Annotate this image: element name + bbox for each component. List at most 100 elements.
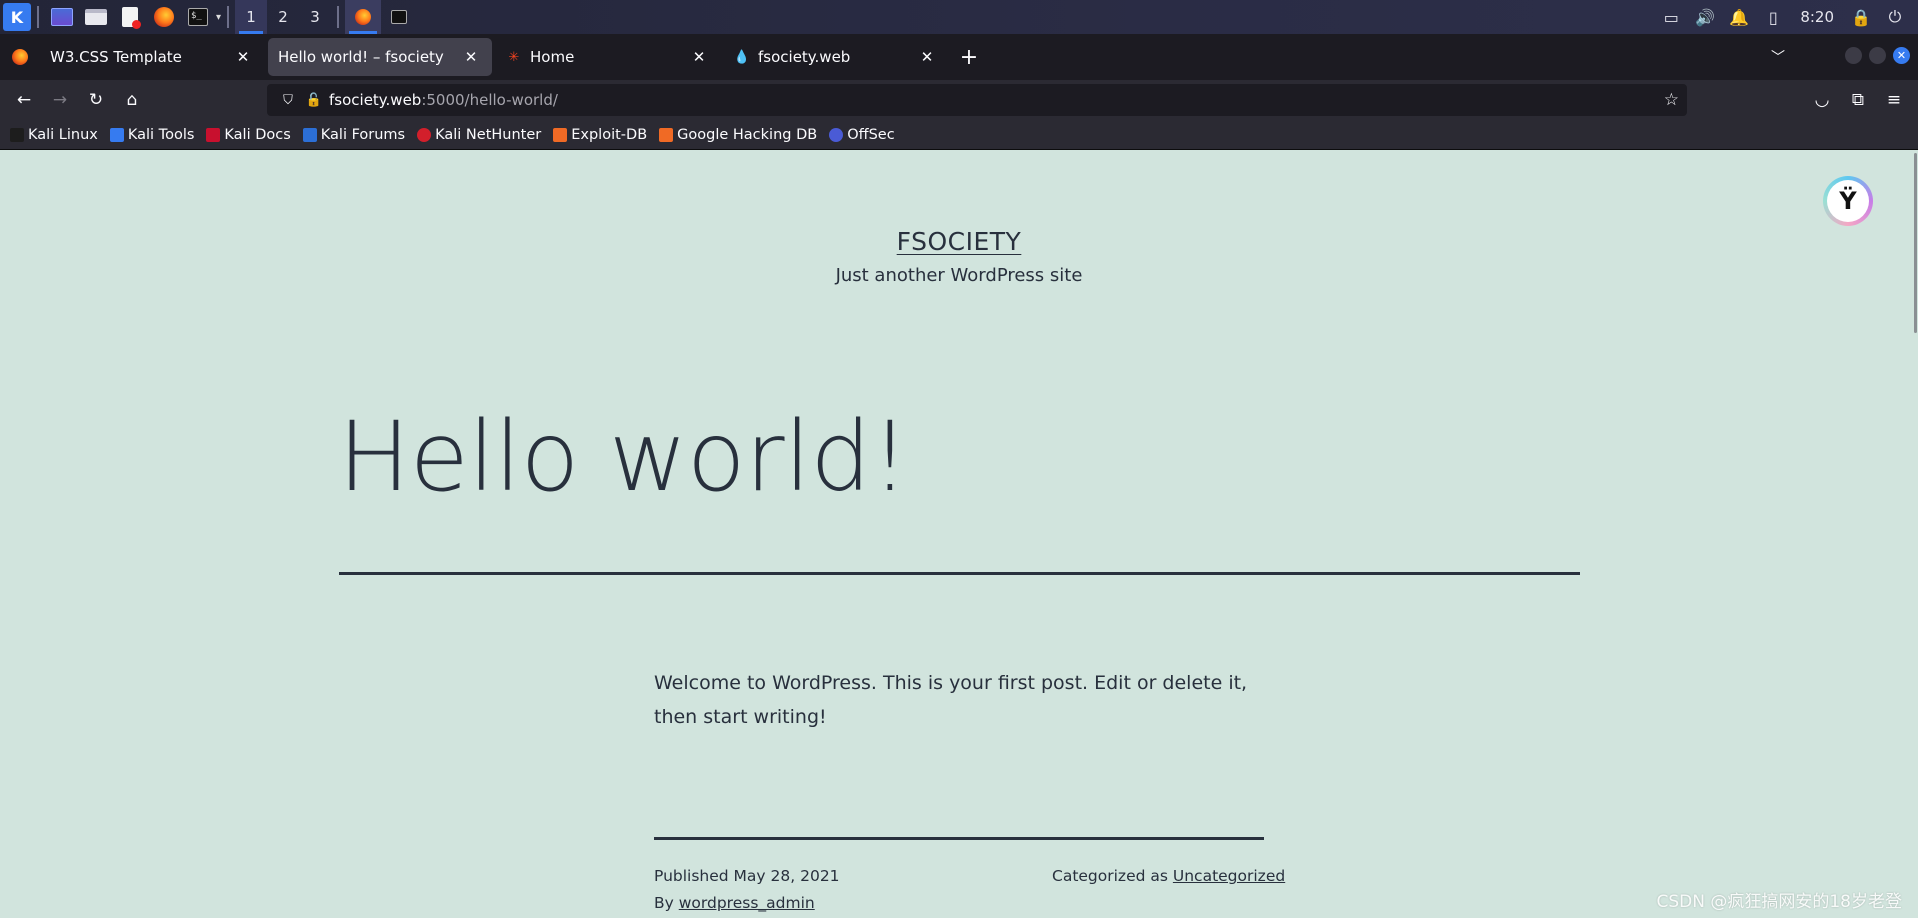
- author-link[interactable]: wordpress_admin: [679, 894, 815, 912]
- clock[interactable]: 8:20: [1790, 8, 1844, 26]
- tab-fsociety-web[interactable]: 💧 fsociety.web ✕: [724, 38, 948, 76]
- power-icon[interactable]: ⏻: [1878, 0, 1912, 34]
- notifications-bell-icon[interactable]: 🔔: [1722, 0, 1756, 34]
- site-description: Just another WordPress site: [835, 265, 1083, 286]
- exploit-db-icon: [553, 127, 568, 142]
- volume-icon[interactable]: 🔊: [1688, 0, 1722, 34]
- launcher-chevron-down-icon[interactable]: ▾: [216, 12, 221, 23]
- file-manager-icon[interactable]: [83, 4, 109, 30]
- tab-w3css-template[interactable]: W3.CSS Template ✕: [40, 38, 264, 76]
- post-body: Welcome to WordPress. This is your first…: [654, 672, 1248, 728]
- desktop-taskbar: K $_ ▾ 1 2 3 ▭ 🔊 🔔 ▯ 8:20 🔒 ⏻: [0, 0, 1918, 34]
- extension-floating-icon[interactable]: Ÿ: [1823, 176, 1873, 226]
- tab-title: W3.CSS Template: [50, 48, 182, 66]
- tab-close-icon[interactable]: ✕: [460, 46, 482, 68]
- lock-screen-icon[interactable]: 🔒: [1844, 0, 1878, 34]
- tab-title: fsociety.web: [758, 48, 851, 66]
- bookmark-label: Kali Forums: [320, 126, 406, 143]
- bookmark-label: OffSec: [847, 126, 895, 143]
- bookmark-google-hacking-db[interactable]: Google Hacking DB: [659, 127, 817, 143]
- kali-menu-icon[interactable]: K: [3, 3, 31, 31]
- reload-button[interactable]: ↻: [78, 84, 114, 116]
- taskbar-separator: [227, 6, 230, 28]
- bookmark-star-icon[interactable]: ☆: [1664, 90, 1679, 110]
- insecure-lock-icon[interactable]: 🔓: [303, 89, 325, 111]
- url-host: fsociety.web: [329, 91, 422, 109]
- bookmark-kali-forums[interactable]: Kali Forums: [302, 126, 406, 143]
- shield-icon[interactable]: ⛉: [277, 89, 299, 111]
- firefox-window-button[interactable]: [345, 0, 382, 34]
- categorized-prefix: Categorized as: [1052, 867, 1173, 885]
- list-all-tabs-chevron-down-icon[interactable]: ﹀: [1762, 40, 1794, 74]
- navigation-toolbar: ← → ↻ ⌂ ⛉ 🔓 fsociety.web:5000/hello-worl…: [0, 80, 1918, 120]
- post-category: Categorized as Uncategorized: [1052, 867, 1285, 885]
- site-title-link[interactable]: FSOCIETY: [897, 227, 1022, 256]
- post-title: Hello world!: [338, 401, 909, 513]
- tab-home[interactable]: ✳ Home ✕: [496, 38, 720, 76]
- tab-title: Hello world! – fsociety: [278, 48, 444, 66]
- url-bar[interactable]: ⛉ 🔓 fsociety.web:5000/hello-world/ ☆: [267, 84, 1687, 116]
- minimize-window-button[interactable]: [1845, 47, 1862, 64]
- back-button[interactable]: ←: [6, 84, 42, 116]
- url-path: :5000/hello-world/: [421, 91, 558, 109]
- category-link[interactable]: Uncategorized: [1173, 867, 1285, 885]
- bookmark-label: Exploit-DB: [571, 126, 648, 143]
- bookmark-kali-tools[interactable]: Kali Tools: [109, 126, 195, 143]
- meta-divider: [654, 837, 1264, 840]
- tab-close-icon[interactable]: ✕: [688, 46, 710, 68]
- browser-tab-strip: W3.CSS Template ✕ Hello world! – fsociet…: [0, 34, 1918, 80]
- bookmarks-toolbar: Kali Linux Kali Tools Kali Docs Kali For…: [0, 120, 1918, 150]
- bookmark-exploit-db[interactable]: Exploit-DB: [553, 127, 647, 143]
- kali-tools-icon: [109, 127, 124, 142]
- pocket-icon[interactable]: ◡: [1804, 84, 1840, 116]
- bookmark-kali-linux[interactable]: Kali Linux: [10, 127, 98, 143]
- workspace-1[interactable]: 1: [235, 0, 268, 34]
- bookmark-kali-docs[interactable]: Kali Docs: [206, 126, 291, 143]
- tab-title: Home: [530, 48, 575, 66]
- tab-close-icon[interactable]: ✕: [916, 46, 938, 68]
- page-scrollbar[interactable]: [1912, 151, 1918, 918]
- display-icon[interactable]: ▭: [1654, 0, 1688, 34]
- joomla-icon: ✳: [508, 49, 520, 65]
- new-tab-button[interactable]: +: [952, 40, 986, 74]
- firefox-launcher-icon[interactable]: [151, 4, 177, 30]
- workspace-3[interactable]: 3: [299, 0, 331, 34]
- scrollbar-thumb[interactable]: [1914, 153, 1917, 333]
- site-title: FSOCIETY: [0, 227, 1918, 256]
- tab-hello-world[interactable]: Hello world! – fsociety ✕: [268, 38, 492, 76]
- terminal-window-button[interactable]: [381, 0, 417, 34]
- drupal-icon: 💧: [733, 49, 751, 65]
- title-divider: [339, 572, 1580, 575]
- battery-icon[interactable]: ▯: [1756, 0, 1790, 34]
- kali-docs-icon: [206, 127, 221, 142]
- firefox-view-button[interactable]: [0, 34, 40, 80]
- ghdb-icon: [659, 127, 674, 142]
- offsec-icon: [829, 127, 844, 142]
- kali-forums-icon: [302, 127, 317, 142]
- forward-button[interactable]: →: [42, 84, 78, 116]
- hamburger-menu-icon[interactable]: ≡: [1876, 84, 1912, 116]
- web-page-content: FSOCIETY Just another WordPress site Ÿ H…: [0, 151, 1918, 918]
- terminal-launcher-icon[interactable]: $_: [185, 4, 211, 30]
- bookmark-label: Kali Tools: [127, 126, 195, 143]
- extensions-icon[interactable]: ⧉: [1840, 84, 1876, 116]
- taskbar-separator: [337, 6, 340, 28]
- maximize-window-button[interactable]: [1869, 47, 1886, 64]
- post-author: By wordpress_admin: [654, 894, 815, 912]
- taskbar-separator: [37, 6, 39, 28]
- csdn-watermark: CSDN @疯狂搞网安的18岁老登: [1656, 892, 1902, 912]
- kali-dragon-icon: [10, 127, 24, 142]
- published-date: Published May 28, 2021: [654, 867, 840, 885]
- bookmark-label: Kali Docs: [224, 126, 291, 143]
- bookmark-kali-nethunter[interactable]: Kali NetHunter: [417, 127, 541, 143]
- by-prefix: By: [654, 894, 679, 912]
- close-window-button[interactable]: ✕: [1893, 47, 1910, 64]
- workspace-2[interactable]: 2: [267, 0, 299, 34]
- tab-close-icon[interactable]: ✕: [232, 46, 254, 68]
- bookmark-offsec[interactable]: OffSec: [829, 127, 895, 143]
- bookmark-label: Google Hacking DB: [677, 126, 818, 143]
- show-desktop-icon[interactable]: [49, 4, 75, 30]
- bookmark-label: Kali Linux: [28, 126, 98, 143]
- home-button[interactable]: ⌂: [114, 84, 150, 116]
- text-editor-icon[interactable]: [117, 4, 143, 30]
